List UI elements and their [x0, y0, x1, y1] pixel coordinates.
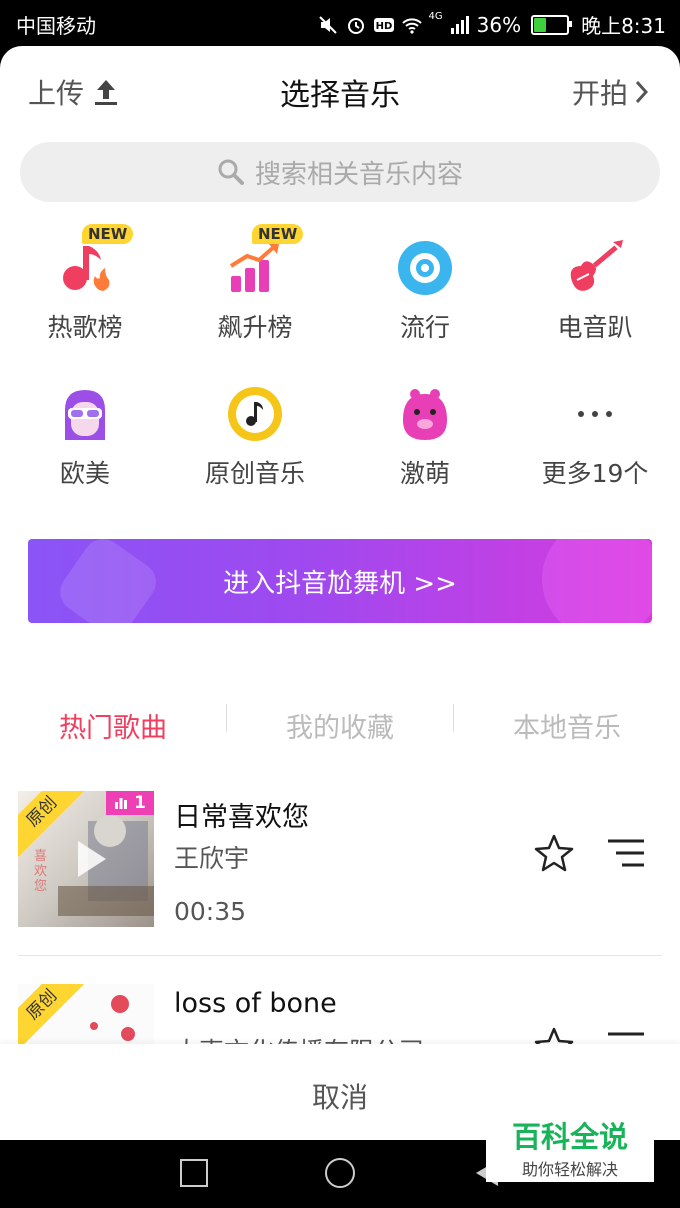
- favorite-star-icon[interactable]: [534, 833, 574, 873]
- wifi-icon: [401, 17, 422, 34]
- category-label: 原创音乐: [204, 459, 305, 488]
- new-badge: NEW: [82, 224, 134, 244]
- category-label: 流行: [399, 313, 450, 342]
- planet-decoration: [542, 539, 652, 623]
- home-button[interactable]: [325, 1158, 355, 1188]
- watermark: 百科全说 助你轻松解决: [486, 1110, 654, 1182]
- recent-apps-button[interactable]: [180, 1159, 208, 1187]
- music-tabs: 热门歌曲 我的收藏 本地音乐: [0, 696, 680, 756]
- song-row[interactable]: 喜欢您 原创 1 日常喜欢您 王欣宇 00:35: [18, 791, 662, 931]
- category-label: 更多19个: [541, 459, 649, 488]
- search-placeholder: 搜索相关音乐内容: [254, 159, 463, 190]
- more-dots-icon: [578, 411, 612, 417]
- play-icon[interactable]: [78, 841, 106, 877]
- song-cover[interactable]: 喜欢您 原创 1: [18, 791, 154, 927]
- row-divider: [18, 955, 662, 956]
- category-original[interactable]: 原创音乐: [170, 378, 340, 490]
- dance-machine-banner[interactable]: 进入抖音尬舞机 >>: [28, 539, 652, 623]
- signal-icon: [450, 15, 469, 34]
- song-artist: 王欣宇: [174, 844, 250, 873]
- clock: 晚上8:31: [581, 14, 666, 38]
- music-note-flame-icon: [63, 246, 110, 291]
- electric-guitar-icon: [570, 240, 623, 291]
- start-label: 开拍: [571, 77, 628, 110]
- category-label: 热歌榜: [47, 313, 123, 342]
- category-hot-songs[interactable]: NEW 热歌榜: [0, 224, 170, 344]
- category-cute[interactable]: 激萌: [340, 378, 510, 490]
- category-rising[interactable]: NEW 飙升榜: [170, 224, 340, 344]
- category-western[interactable]: 欧美: [0, 378, 170, 490]
- start-shooting-button[interactable]: 开拍: [572, 72, 650, 112]
- carrier-name: 中国移动: [16, 14, 96, 38]
- music-disc-icon: [228, 387, 282, 441]
- watermark-title: 百科全说: [511, 1120, 628, 1154]
- new-badge: NEW: [252, 224, 304, 244]
- song-options-icon[interactable]: [606, 837, 646, 869]
- header: 上传 选择音乐 开拍: [0, 46, 680, 134]
- search-input[interactable]: 搜索相关音乐内容: [20, 142, 660, 202]
- search-icon: [218, 159, 244, 185]
- rising-chart-icon: [229, 244, 279, 292]
- chevron-right-icon: [635, 80, 649, 104]
- svg-text:HD: HD: [375, 21, 392, 32]
- status-bar: 中国移动 HD 4G 36% 晚上8:31: [0, 0, 680, 46]
- cover-text: 喜欢您: [34, 849, 48, 894]
- rank-number: 1: [134, 793, 146, 813]
- category-edm[interactable]: 电音趴: [510, 232, 680, 344]
- banner-label: 进入抖音尬舞机 >>: [223, 568, 457, 599]
- tab-favorites[interactable]: 我的收藏: [227, 706, 453, 745]
- network-type: 4G: [428, 11, 443, 22]
- alarm-icon: [347, 17, 364, 34]
- status-icons: HD 4G 36% 晚上8:31: [317, 10, 666, 39]
- hd-icon: HD: [373, 17, 394, 32]
- song-duration: 00:35: [174, 897, 247, 926]
- category-label: 激萌: [399, 459, 450, 488]
- mute-icon: [318, 15, 337, 34]
- category-label: 欧美: [59, 459, 110, 488]
- category-label: 电音趴: [557, 313, 633, 342]
- chart-bars-icon: [115, 798, 128, 809]
- tab-local-music[interactable]: 本地音乐: [454, 706, 680, 745]
- banner-decoration: [52, 539, 164, 623]
- song-title: 日常喜欢您: [174, 802, 309, 833]
- tab-hot-songs[interactable]: 热门歌曲: [0, 706, 226, 745]
- rank-badge: 1: [106, 791, 154, 815]
- vinyl-disc-icon: [398, 241, 452, 295]
- music-picker-sheet: 上传 选择音乐 开拍 搜索相关音乐内容 NEW 热歌榜 NEW 飙升榜 流行 电…: [0, 46, 680, 1140]
- battery-percent: 36%: [476, 12, 522, 37]
- category-pop[interactable]: 流行: [340, 232, 510, 344]
- song-title: loss of bone: [174, 988, 337, 1019]
- sunglasses-face-icon: [65, 390, 105, 440]
- cute-creature-icon: [403, 389, 447, 440]
- category-label: 飙升榜: [217, 313, 293, 342]
- battery-icon: [531, 14, 573, 35]
- watermark-subtitle: 助你轻松解决: [521, 1160, 618, 1179]
- category-more[interactable]: 更多19个: [510, 378, 680, 490]
